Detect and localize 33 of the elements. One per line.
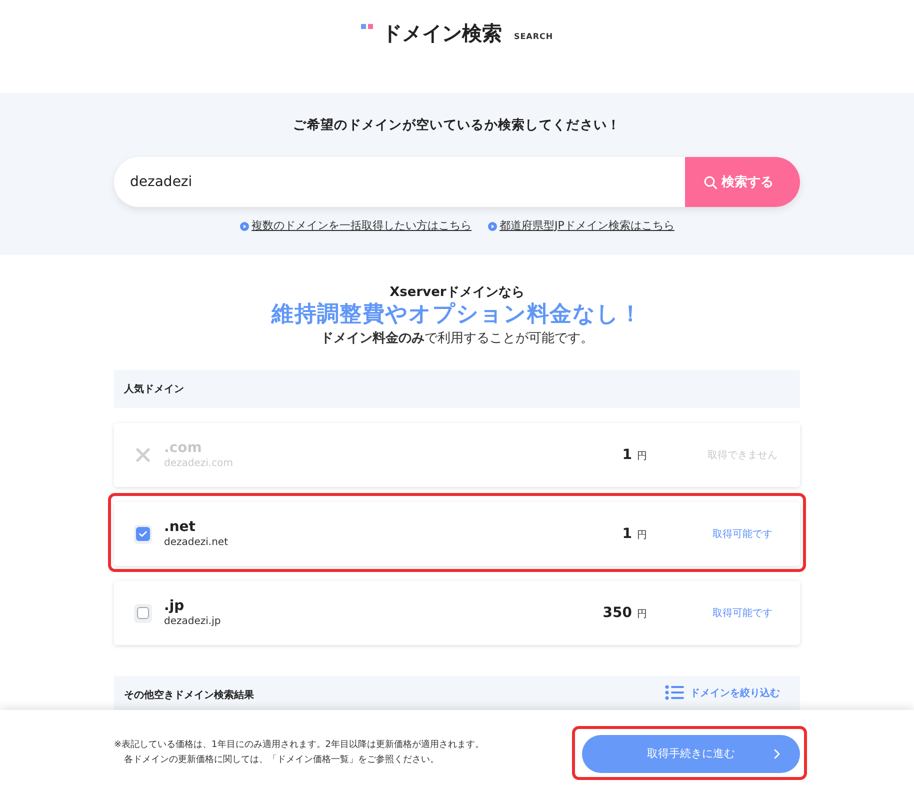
availability-status: 取得可能です bbox=[712, 606, 772, 620]
domain-name: dezadezi.net bbox=[164, 536, 229, 550]
price-note: ※表記している価格は、1年目にのみ適用されます。2年目以降は更新価格が適用されます。 bbox=[114, 738, 484, 752]
chevron-right-icon bbox=[774, 748, 780, 758]
currency-unit: 円 bbox=[637, 529, 647, 542]
promo-headline: 維持調整費やオプション料金なし！ bbox=[272, 302, 642, 328]
cross-icon bbox=[136, 448, 150, 462]
promo-note: ドメイン料金のみで利用することが可能です。 bbox=[320, 330, 594, 348]
price-amount: 1 bbox=[622, 447, 632, 463]
currency-unit: 円 bbox=[637, 450, 647, 463]
search-field[interactable]: dezadezi bbox=[114, 157, 685, 207]
two-squares-icon bbox=[360, 24, 373, 29]
currency-unit: 円 bbox=[637, 608, 647, 621]
section-title: その他空きドメイン検索結果 bbox=[124, 688, 254, 702]
search-heading: ご希望のドメインが空いているか検索してください！ bbox=[293, 117, 621, 135]
price-amount: 1 bbox=[622, 526, 632, 542]
tick-icon bbox=[139, 531, 147, 537]
play-circle-icon bbox=[488, 222, 497, 230]
play-circle-icon bbox=[240, 222, 249, 230]
section-title: 人気ドメイン bbox=[124, 382, 184, 396]
page-subtitle: SEARCH bbox=[514, 32, 554, 42]
list-icon bbox=[665, 685, 684, 700]
price-note: 各ドメインの更新価格に関しては、「ドメイン価格一覧」をご参照ください。 bbox=[123, 754, 440, 766]
domain-extension: .jp bbox=[164, 597, 186, 615]
checkbox[interactable] bbox=[134, 524, 152, 544]
availability-status: 取得可能です bbox=[712, 528, 772, 541]
domain-extension: .net bbox=[164, 518, 196, 536]
checkbox[interactable] bbox=[134, 604, 152, 622]
page-title: ドメイン検索 bbox=[382, 20, 502, 46]
promo-lead: Xserverドメインなら bbox=[390, 284, 524, 302]
domain-name: dezadezi.jp bbox=[164, 615, 222, 629]
price-amount: 350 bbox=[602, 605, 632, 621]
search-icon bbox=[704, 176, 716, 188]
